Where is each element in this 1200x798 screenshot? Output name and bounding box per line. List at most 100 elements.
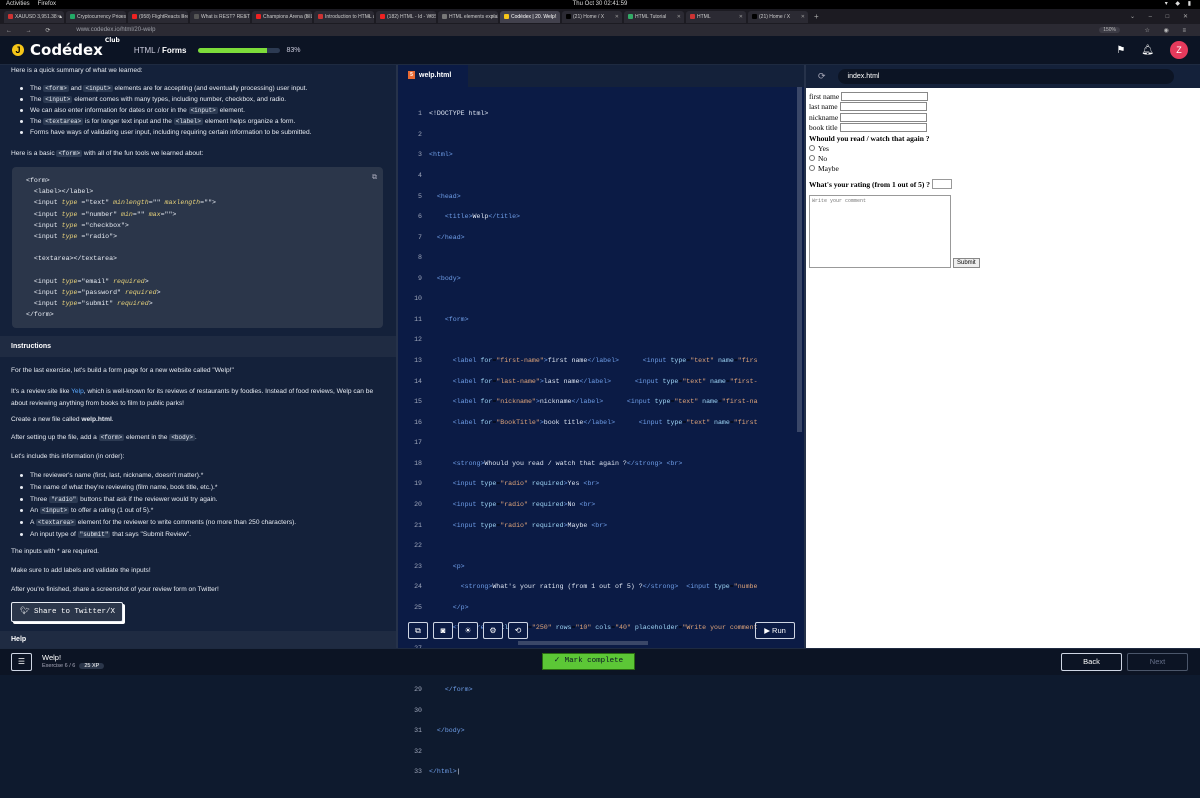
preview-field-row: first name: [809, 91, 1197, 102]
tab-favicon-icon: [628, 13, 633, 19]
close-tab-icon[interactable]: ✕: [615, 11, 619, 23]
refresh-icon[interactable]: ⟳: [818, 71, 826, 82]
browser-tab[interactable]: Cryptocurrency Prices, C✕: [66, 10, 126, 23]
brand-name[interactable]: CodédexClub: [30, 37, 120, 59]
text-input[interactable]: [839, 102, 927, 112]
radio-button[interactable]: [809, 165, 815, 171]
run-button[interactable]: ▶ Run: [755, 622, 795, 639]
window-controls[interactable]: ⌄ – □ ✕: [1130, 13, 1194, 20]
yelp-link[interactable]: Yelp: [71, 388, 84, 395]
editor-vertical-scrollbar[interactable]: [797, 87, 802, 432]
example-code-block: ⧉ <form> <label></label> <input type ="t…: [12, 167, 383, 328]
avatar[interactable]: Z: [1170, 41, 1188, 59]
info-item: Three "radio" buttons that ask if the re…: [20, 495, 382, 504]
club-label: Club: [104, 37, 120, 44]
browser-tab[interactable]: (182) HTML - Id - W3Scho✕: [376, 10, 436, 23]
menu-icon[interactable]: ☰: [11, 653, 32, 671]
close-tab-icon[interactable]: ✕: [739, 11, 743, 23]
close-tab-icon[interactable]: ✕: [801, 11, 805, 23]
instructions-p1: For the last exercise, let's build a for…: [11, 367, 234, 374]
editor-file-tab[interactable]: 5 welp.html: [398, 65, 468, 87]
tab-favicon-icon: [380, 13, 385, 19]
radio-option[interactable]: Maybe: [809, 163, 1197, 173]
browser-tab[interactable]: What is REST? REST API✕: [190, 10, 250, 23]
basic-form-intro: Here is a basic <form> with all of the f…: [11, 150, 204, 157]
system-tray-icons[interactable]: ▾ ◆ ▮: [1165, 0, 1194, 9]
close-tab-icon[interactable]: ✕: [367, 11, 371, 23]
copy-code-icon[interactable]: ⧉: [408, 622, 428, 639]
browser-tab[interactable]: (958) FlightReacts Breaks✕: [128, 10, 188, 23]
app-header: J CodédexClub HTML / Forms 83% ⚑ 🔔︎ Z: [0, 36, 1200, 65]
theme-icon[interactable]: ☀: [458, 622, 478, 639]
close-tab-icon[interactable]: ✕: [181, 11, 185, 23]
reset-icon[interactable]: ⟲: [508, 622, 528, 639]
tab-favicon-icon: [504, 13, 509, 19]
close-tab-icon[interactable]: ✕: [429, 11, 433, 23]
instructions-p5: Let's include this information (in order…: [11, 453, 125, 460]
tab-favicon-icon: [8, 13, 13, 19]
field-label: nickname: [809, 112, 839, 122]
close-tab-icon[interactable]: ✕: [243, 11, 247, 23]
rating-number-input[interactable]: [931, 179, 952, 189]
browser-tab[interactable]: Introduction to HTML and✕: [314, 10, 374, 23]
breadcrumb-course[interactable]: HTML: [134, 46, 155, 55]
toolbar-icons[interactable]: ☆ ◉ ≡: [1145, 27, 1192, 34]
instructions-p4: After setting up the file, add a <form> …: [11, 434, 197, 441]
preview-panel: ⟳ index.html first name last name nickname…: [804, 65, 1200, 648]
close-tab-icon[interactable]: ✕: [677, 11, 681, 23]
nav-buttons[interactable]: ← → ⟳: [6, 27, 56, 34]
browser-tab[interactable]: XAUUSD 3,951.38 ▲ +0.5✕: [4, 10, 64, 23]
editor-horizontal-scrollbar[interactable]: [518, 641, 648, 645]
instructions-p7: Make sure to add labels and validate the…: [11, 567, 151, 574]
url-field[interactable]: www.codedex.io/html/20-welp: [76, 27, 155, 33]
instructions-p8: After you're finished, share a screensho…: [11, 586, 219, 593]
preview-url-field[interactable]: index.html: [837, 69, 1174, 84]
browser-tab[interactable]: (21) Home / X ✕: [748, 10, 808, 23]
browser-tab[interactable]: HTML elements explained✕: [438, 10, 498, 23]
code-area[interactable]: 1 <!DOCTYPE html> 2 3 <html> 4 5 <head> 6 …: [398, 99, 798, 798]
next-button[interactable]: Next: [1127, 653, 1188, 671]
preview-fields: first name last name nickname book title: [809, 91, 1197, 133]
radio-option[interactable]: No: [809, 153, 1197, 163]
text-input[interactable]: [839, 123, 927, 133]
copy-icon[interactable]: ⧉: [372, 173, 377, 184]
codedex-logo-icon[interactable]: J: [12, 44, 24, 56]
bell-icon[interactable]: 🔔︎: [1141, 45, 1154, 56]
browser-tab[interactable]: Codédex | 20. Welp! ✕: [500, 10, 560, 23]
instructions-header[interactable]: Instructions: [0, 336, 396, 357]
screenshot-icon[interactable]: ◙: [433, 622, 453, 639]
tab-favicon-icon: [256, 13, 261, 19]
check-icon: ✓: [553, 657, 565, 665]
comment-textarea[interactable]: Write your comment: [809, 195, 951, 268]
browser-tab[interactable]: (21) Home / X ✕: [562, 10, 622, 23]
close-tab-icon[interactable]: ✕: [553, 11, 557, 23]
browser-tab[interactable]: Champions Arena (BILLUI✕: [252, 10, 312, 23]
close-tab-icon[interactable]: ✕: [491, 11, 495, 23]
summary-item: The <form> and <input> elements are for …: [20, 85, 382, 92]
flag-icon[interactable]: ⚑: [1116, 45, 1125, 56]
zoom-indicator[interactable]: 150%: [1099, 27, 1120, 33]
browser-tab-bar: XAUUSD 3,951.38 ▲ +0.5✕Cryptocurrency Pr…: [0, 9, 1200, 24]
browser-tab[interactable]: HTML ✕: [686, 10, 746, 23]
settings-icon[interactable]: ⚙: [483, 622, 503, 639]
preview-submit-button[interactable]: Submit: [953, 258, 980, 268]
browser-tab[interactable]: HTML Tutorial ✕: [624, 10, 684, 23]
radio-button[interactable]: [809, 145, 815, 151]
twitter-icon: 🐦︎: [20, 608, 35, 616]
close-tab-icon[interactable]: ✕: [119, 11, 123, 23]
close-tab-icon[interactable]: ✕: [57, 11, 61, 23]
radio-option[interactable]: Yes: [809, 143, 1197, 153]
share-twitter-button[interactable]: 🐦︎ Share to Twitter/X: [11, 602, 123, 622]
back-button[interactable]: Back: [1061, 653, 1122, 671]
system-clock: Thu Oct 30 02:41:59: [572, 1, 628, 7]
preview-content: first name last name nickname book title Wh…: [806, 88, 1200, 271]
mark-complete-button[interactable]: ✓ Mark complete: [542, 653, 635, 670]
close-tab-icon[interactable]: ✕: [305, 11, 309, 23]
summary-intro: Here is a quick summary of what we learn…: [11, 67, 143, 74]
text-input[interactable]: [841, 91, 929, 101]
progress-fill: [198, 47, 267, 53]
help-header[interactable]: Help: [0, 631, 396, 648]
text-input[interactable]: [840, 112, 928, 122]
radio-button[interactable]: [809, 155, 815, 161]
new-tab-button[interactable]: +: [814, 12, 819, 21]
